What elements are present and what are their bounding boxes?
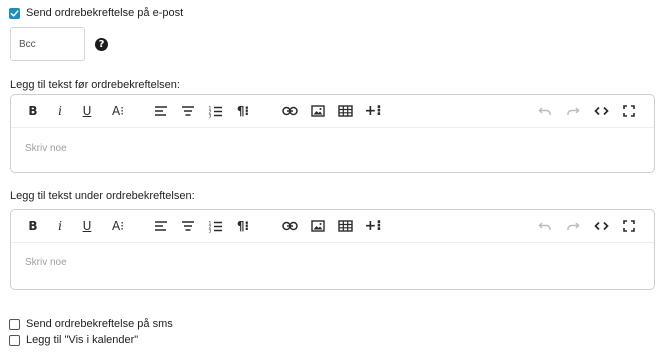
image-icon[interactable] (309, 218, 327, 234)
paragraph-glyph: ¶⁝ (236, 104, 250, 118)
table-icon[interactable] (336, 218, 354, 234)
email-checkbox[interactable] (9, 7, 20, 19)
underline-glyph: U (82, 219, 92, 233)
align-center-icon[interactable] (179, 218, 197, 234)
code-view-icon[interactable] (592, 103, 610, 119)
calendar-checkbox[interactable] (9, 334, 20, 346)
editor-placeholder: Skriv noe (25, 257, 67, 268)
paragraph-format-icon[interactable]: ¶⁝ (232, 218, 254, 234)
align-left-icon[interactable] (152, 218, 170, 234)
fullscreen-icon[interactable] (620, 103, 638, 119)
bold-icon[interactable]: B (24, 218, 42, 234)
editor-content-area[interactable]: Skriv noe (11, 243, 654, 290)
align-center-icon[interactable] (179, 103, 197, 119)
editor-toolbar: B i U A⁝ 123 ¶⁝ +⁝ (11, 95, 654, 128)
svg-text:3: 3 (208, 113, 211, 118)
paragraph-format-icon[interactable]: ¶⁝ (232, 103, 254, 119)
editor-before: B i U A⁝ 123 ¶⁝ +⁝ Skriv noe (10, 94, 655, 173)
email-checkbox-label: Send ordrebekreftelse på e-post (26, 7, 184, 19)
paragraph-glyph: ¶⁝ (236, 219, 250, 233)
ordered-list-icon[interactable]: 123 (206, 103, 224, 119)
ordered-list-icon[interactable]: 123 (206, 218, 224, 234)
underline-icon[interactable]: U (78, 218, 96, 234)
editor-under: B i U A⁝ 123 ¶⁝ +⁝ Skriv noe (10, 209, 655, 290)
link-icon[interactable] (281, 103, 299, 119)
link-icon[interactable] (281, 218, 299, 234)
insert-more-icon[interactable]: +⁝ (362, 103, 384, 119)
bold-glyph: B (28, 104, 38, 118)
bold-icon[interactable]: B (24, 103, 42, 119)
font-size-icon[interactable]: A⁝ (107, 103, 129, 119)
insert-more-glyph: +⁝ (364, 218, 382, 234)
editor-toolbar: B i U A⁝ 123 ¶⁝ +⁝ (11, 210, 654, 243)
redo-icon[interactable] (564, 103, 582, 119)
image-icon[interactable] (309, 103, 327, 119)
underline-glyph: U (82, 104, 92, 118)
italic-glyph: i (58, 104, 62, 118)
bcc-field[interactable] (10, 27, 85, 61)
sms-checkbox[interactable] (9, 318, 20, 330)
align-left-icon[interactable] (152, 103, 170, 119)
fullscreen-icon[interactable] (620, 218, 638, 234)
code-view-icon[interactable] (592, 218, 610, 234)
font-size-glyph: A⁝ (111, 104, 125, 118)
sms-checkbox-row[interactable]: Send ordrebekreftelse på sms (9, 318, 173, 330)
sms-checkbox-label: Send ordrebekreftelse på sms (26, 318, 173, 330)
editor-before-label: Legg til tekst før ordrebekreftelsen: (10, 79, 180, 91)
calendar-checkbox-row[interactable]: Legg til "Vis i kalender" (9, 334, 138, 346)
font-size-glyph: A⁝ (111, 219, 125, 233)
question-circle-icon[interactable]: ? (95, 38, 108, 51)
redo-icon[interactable] (564, 218, 582, 234)
italic-icon[interactable]: i (51, 103, 69, 119)
italic-glyph: i (58, 219, 62, 233)
help-symbol: ? (98, 39, 105, 50)
editor-content-area[interactable]: Skriv noe (11, 128, 654, 173)
insert-more-icon[interactable]: +⁝ (362, 218, 384, 234)
svg-text:3: 3 (208, 228, 211, 233)
bcc-input[interactable] (19, 38, 84, 50)
editor-placeholder: Skriv noe (25, 143, 67, 154)
italic-icon[interactable]: i (51, 218, 69, 234)
font-size-icon[interactable]: A⁝ (107, 218, 129, 234)
underline-icon[interactable]: U (78, 103, 96, 119)
undo-icon[interactable] (536, 218, 554, 234)
bold-glyph: B (28, 219, 38, 233)
insert-more-glyph: +⁝ (364, 103, 382, 119)
email-checkbox-row[interactable]: Send ordrebekreftelse på e-post (9, 7, 183, 19)
undo-icon[interactable] (536, 103, 554, 119)
editor-under-label: Legg til tekst under ordrebekreftelsen: (10, 190, 195, 202)
table-icon[interactable] (336, 103, 354, 119)
checkmark-icon (10, 9, 19, 17)
calendar-checkbox-label: Legg til "Vis i kalender" (26, 334, 139, 346)
